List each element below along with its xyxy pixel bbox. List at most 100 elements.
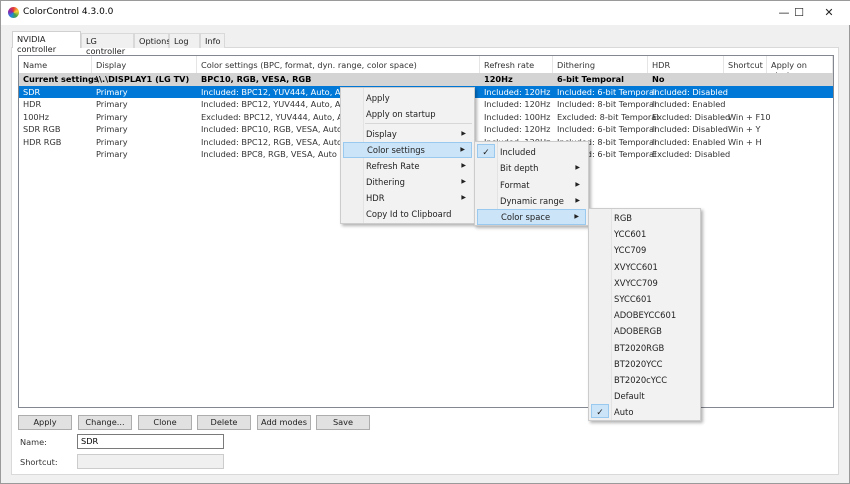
table-cell: Included: BPC12, YUV444, Auto, Auto xyxy=(201,99,354,109)
menu-item-bt2020ycc[interactable]: BT2020YCC xyxy=(591,356,698,372)
menu-item-label: YCC601 xyxy=(614,229,647,240)
menu-item-bt2020cycc[interactable]: BT2020cYCC xyxy=(591,372,698,388)
column-header[interactable]: Color settings (BPC, format, dyn. range,… xyxy=(197,56,480,73)
table-cell: Included: 8-bit Temporal xyxy=(557,99,657,109)
table-cell: Included: Enabled xyxy=(652,136,726,147)
table-cell: Included: Disabled xyxy=(652,86,728,97)
menu-item-format[interactable]: Format ▶ xyxy=(477,177,586,193)
app-icon xyxy=(8,7,19,18)
table-cell: Primary xyxy=(96,149,128,159)
menu-item-label: Format xyxy=(500,179,530,190)
tab-nvidia-controller[interactable]: NVIDIA controller xyxy=(12,31,81,54)
window-title: ColorControl 4.3.0.0 xyxy=(23,7,114,17)
menu-item-label: BT2020RGB xyxy=(614,342,665,353)
table-cell: SDR xyxy=(23,86,41,97)
column-header[interactable]: Display xyxy=(92,56,197,73)
menu-item-color-space[interactable]: Color space ▶ xyxy=(477,209,586,226)
menu-item-label: Included xyxy=(500,147,536,157)
column-header[interactable]: Dithering xyxy=(553,56,648,73)
column-header[interactable]: Refresh rate xyxy=(480,56,553,73)
menu-separator xyxy=(365,123,472,124)
table-cell: Current settings xyxy=(23,74,99,84)
change-button[interactable]: Change... xyxy=(78,415,132,430)
menu-item-hdr[interactable]: HDR ▶ xyxy=(343,190,472,206)
menu-item-label: BT2020YCC xyxy=(614,358,663,369)
menu-item-copy-id-to-clipboard[interactable]: Copy Id to Clipboard xyxy=(343,206,472,222)
menu-item-bt2020rgb[interactable]: BT2020RGB xyxy=(591,340,698,356)
maximize-button[interactable]: ☐ xyxy=(784,3,814,23)
table-cell: BPC10, RGB, VESA, RGB xyxy=(201,74,312,84)
table-cell: Primary xyxy=(96,136,128,147)
add-modes-button[interactable]: Add modes xyxy=(257,415,311,430)
name-label: Name: xyxy=(20,437,47,447)
context-menu: Apply Apply on startup Display ▶ Color setti… xyxy=(340,87,475,224)
tab-lg-controller[interactable]: LG controller xyxy=(81,33,134,56)
menu-item-display[interactable]: Display ▶ xyxy=(343,126,472,142)
table-cell: Excluded: 8-bit Temporal xyxy=(557,111,659,122)
close-button[interactable]: ✕ xyxy=(814,3,844,23)
table-cell: Included: Enabled xyxy=(652,99,726,109)
menu-item-rgb[interactable]: RGB xyxy=(591,210,698,226)
submenu-arrow-icon: ▶ xyxy=(461,194,466,201)
menu-item-label: Dynamic range xyxy=(500,195,564,206)
menu-item-apply-on-startup[interactable]: Apply on startup xyxy=(343,106,472,122)
checkmark-icon: ✓ xyxy=(477,144,495,158)
table-cell: Primary xyxy=(96,124,128,134)
delete-button[interactable]: Delete xyxy=(197,415,251,430)
menu-item-apply[interactable]: Apply xyxy=(343,90,472,106)
menu-item-xvycc601[interactable]: XVYCC601 xyxy=(591,259,698,275)
menu-item-auto[interactable]: Auto ✓ xyxy=(591,404,698,420)
menu-item-label: Bit depth xyxy=(500,163,539,174)
menu-item-xvycc709[interactable]: XVYCC709 xyxy=(591,275,698,291)
table-cell: Included: 120Hz xyxy=(484,86,551,97)
menu-item-label: Color space xyxy=(501,212,551,223)
menu-item-adobergb[interactable]: ADOBERGB xyxy=(591,323,698,339)
menu-item-label: XVYCC601 xyxy=(614,261,658,272)
table-cell: Win + F10 xyxy=(728,111,771,122)
menu-item-label: RGB xyxy=(614,213,633,223)
menu-item-color-settings[interactable]: Color settings ▶ xyxy=(343,142,472,158)
table-cell: Included: 120Hz xyxy=(484,124,551,134)
menu-item-refresh-rate[interactable]: Refresh Rate ▶ xyxy=(343,158,472,174)
menu-item-included[interactable]: Included ✓ xyxy=(477,144,586,160)
menu-item-adobeycc601[interactable]: ADOBEYCC601 xyxy=(591,307,698,323)
tab-info[interactable]: Info xyxy=(200,33,225,48)
column-header[interactable]: HDR xyxy=(648,56,724,73)
menu-item-ycc709[interactable]: YCC709 xyxy=(591,242,698,258)
menu-item-label: Dithering xyxy=(366,177,405,187)
apply-button[interactable]: Apply xyxy=(18,415,72,430)
submenu-arrow-icon: ▶ xyxy=(460,146,465,153)
table-cell: HDR xyxy=(23,99,42,109)
table-cell: Included: 100Hz xyxy=(484,111,551,122)
tab-options[interactable]: Options xyxy=(134,33,171,48)
table-cell: Primary xyxy=(96,86,128,97)
title-bar: ColorControl 4.3.0.0 — ☐ ✕ xyxy=(1,1,850,25)
table-cell: 6-bit Temporal xyxy=(557,74,624,84)
table-cell: Win + Y xyxy=(728,124,761,134)
column-header[interactable]: Name xyxy=(19,56,92,73)
table-row[interactable]: Current settings \\.\DISPLAY1 (LG TV) BPC1… xyxy=(19,73,833,86)
table-cell: Primary xyxy=(96,111,128,122)
column-header[interactable]: Shortcut xyxy=(724,56,767,73)
menu-item-label: Color settings xyxy=(367,145,425,155)
table-cell: 100Hz xyxy=(23,111,50,122)
table-cell: Included: BPC12, YUV444, Auto, Auto xyxy=(201,86,354,97)
menu-item-ycc601[interactable]: YCC601 xyxy=(591,226,698,242)
column-header[interactable]: Apply on startup xyxy=(767,56,833,80)
submenu-arrow-icon: ▶ xyxy=(575,180,580,188)
menu-item-bit-depth[interactable]: Bit depth ▶ xyxy=(477,160,586,176)
table-cell: Win + H xyxy=(728,136,762,147)
menu-item-dynamic-range[interactable]: Dynamic range ▶ xyxy=(477,193,586,209)
save-button[interactable]: Save xyxy=(316,415,370,430)
clone-button[interactable]: Clone xyxy=(138,415,192,430)
menu-item-sycc601[interactable]: SYCC601 xyxy=(591,291,698,307)
menu-item-label: Auto xyxy=(614,407,634,418)
shortcut-input[interactable] xyxy=(77,454,224,469)
menu-item-dithering[interactable]: Dithering ▶ xyxy=(343,174,472,190)
name-input[interactable]: SDR xyxy=(77,434,224,449)
tab-log[interactable]: Log xyxy=(169,33,200,48)
table-cell: Included: BPC8, RGB, VESA, Auto xyxy=(201,149,337,159)
submenu-arrow-icon: ▶ xyxy=(575,164,580,172)
submenu-arrow-icon: ▶ xyxy=(461,178,466,185)
menu-item-default[interactable]: Default xyxy=(591,388,698,404)
